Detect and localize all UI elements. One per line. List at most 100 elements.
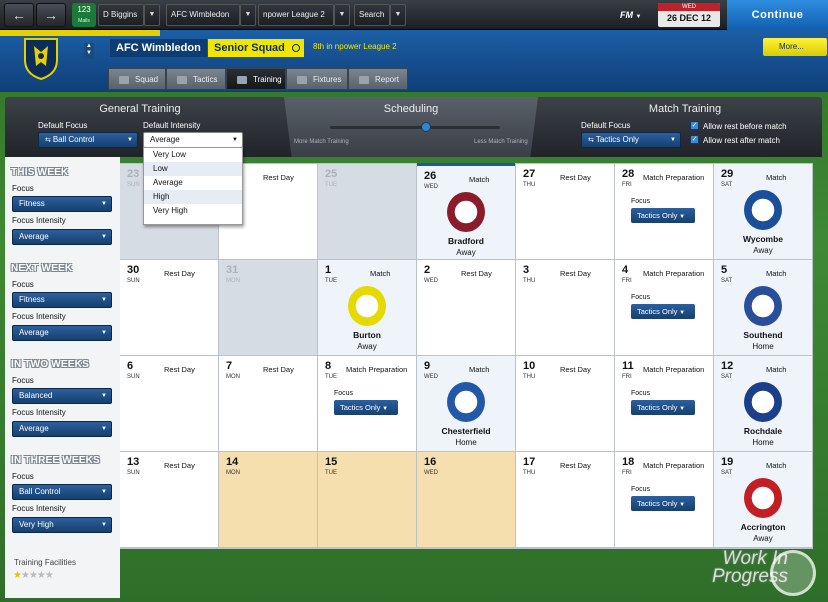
day-cell[interactable]: 18 FRI Match Preparation Focus Tactics Only … — [615, 452, 713, 547]
competition-menu-arrow[interactable]: ▼ — [334, 4, 350, 26]
tab-tactics[interactable]: Tactics — [166, 68, 226, 90]
tab-training-label: Training — [253, 75, 282, 84]
day-cell[interactable]: 17 THU Rest Day — [516, 452, 614, 547]
tab-training[interactable]: Training — [226, 68, 286, 90]
search-menu[interactable]: Search — [354, 4, 390, 26]
match-focus-select[interactable]: Tactics Only ▼ — [631, 208, 695, 223]
match-focus-value: Tactics Only — [637, 211, 678, 220]
tab-fixtures[interactable]: Fixtures — [286, 68, 348, 90]
day-cell[interactable]: 1 TUE Match Burton Away — [318, 260, 416, 355]
default-intensity-label: Default Intensity — [143, 121, 201, 130]
day-of-week: WED — [424, 278, 438, 284]
scheduling-slider-handle[interactable] — [421, 122, 431, 132]
day-cell[interactable]: 9 WED Match Chesterfield Home — [417, 356, 515, 451]
day-cell[interactable]: 30 SUN Rest Day — [120, 260, 218, 355]
rest-after-checkbox[interactable]: ✓ — [690, 135, 699, 144]
week-intensity-select[interactable]: Average ▼ — [12, 325, 112, 341]
fm-menu[interactable]: FM ▼ — [620, 4, 654, 26]
day-cell[interactable]: 11 FRI Match Preparation Focus Tactics Only … — [615, 356, 713, 451]
day-cell[interactable]: 15 TUE — [318, 452, 416, 547]
tab-report[interactable]: Report — [348, 68, 408, 90]
intensity-option[interactable]: Very Low — [144, 148, 242, 162]
week-focus-select[interactable]: Fitness ▼ — [12, 292, 112, 308]
manager-menu-arrow[interactable]: ▼ — [144, 4, 160, 26]
opponent-name[interactable]: Burton — [318, 330, 416, 340]
date-value: 26 DEC 12 — [666, 13, 712, 23]
club-menu-arrow[interactable]: ▼ — [240, 4, 256, 26]
day-cell[interactable]: 12 SAT Match Rochdale Home — [714, 356, 812, 451]
match-focus-select[interactable]: Tactics Only ▼ — [631, 496, 695, 511]
manager-menu[interactable]: D Biggins — [98, 4, 144, 26]
day-cell[interactable]: 2 WED Rest Day — [417, 260, 515, 355]
inbox-button[interactable]: 123 Mails — [72, 3, 96, 27]
day-cell[interactable]: 26 WED Match Bradford Away — [417, 163, 515, 259]
date-display[interactable]: WED 26 DEC 12 — [658, 3, 720, 27]
star-icon: ★ — [36, 570, 46, 581]
squad-options-icon[interactable]: o — [292, 44, 300, 52]
club-menu[interactable]: AFC Wimbledon — [166, 4, 240, 26]
day-cell[interactable]: 27 THU Rest Day — [516, 164, 614, 259]
chevron-down-icon: ▼ — [101, 297, 107, 303]
week-intensity-select[interactable]: Very High ▼ — [12, 517, 112, 533]
week-intensity-select[interactable]: Average ▼ — [12, 229, 112, 245]
venue: Home — [752, 342, 774, 351]
back-button[interactable]: ← — [4, 3, 34, 27]
intensity-option[interactable]: Very High — [144, 204, 242, 218]
day-cell[interactable]: 10 THU Rest Day — [516, 356, 614, 451]
day-cell[interactable]: 14 MON — [219, 452, 317, 547]
opponent-name[interactable]: Chesterfield — [417, 426, 515, 436]
day-number: 18 — [622, 456, 635, 468]
default-focus-select[interactable]: ⇆ Ball Control ▼ — [38, 132, 138, 148]
day-cell[interactable]: 3 THU Rest Day — [516, 260, 614, 355]
default-intensity-select[interactable]: Average ▼ — [143, 132, 243, 148]
tab-squad[interactable]: Squad — [108, 68, 166, 90]
day-cell[interactable]: 25 TUE — [318, 164, 416, 259]
day-cell[interactable]: 31 MON — [219, 260, 317, 355]
day-number: 15 — [325, 456, 338, 468]
intensity-option[interactable]: Low — [144, 162, 242, 176]
day-cell[interactable]: 13 SUN Rest Day — [120, 452, 218, 547]
week-intensity-value: Average — [19, 232, 49, 241]
match-focus-select[interactable]: Tactics Only ▼ — [334, 400, 398, 415]
opponent-name[interactable]: Accrington — [714, 522, 812, 532]
day-cell[interactable]: 4 FRI Match Preparation Focus Tactics Only ▼ — [615, 260, 713, 355]
day-cell[interactable]: 29 SAT Match Wycombe Away — [714, 164, 812, 259]
continue-button[interactable]: Continue — [727, 0, 828, 30]
week-intensity-select[interactable]: Average ▼ — [12, 421, 112, 437]
rest-before-checkbox[interactable]: ✓ — [690, 121, 699, 130]
week-focus-select[interactable]: Fitness ▼ — [12, 196, 112, 212]
squad-selector[interactable]: Senior Squad o — [208, 39, 304, 57]
opponent-name[interactable]: Bradford — [417, 236, 515, 246]
more-button[interactable]: More... — [763, 38, 827, 56]
competition-menu[interactable]: npower League 2 — [258, 4, 334, 26]
forward-button[interactable]: → — [36, 3, 66, 27]
day-cell[interactable]: 6 SUN Rest Day — [120, 356, 218, 451]
chevron-down-icon: ▼ — [670, 137, 676, 143]
match-focus-select[interactable]: Tactics Only ▼ — [631, 304, 695, 319]
day-cell[interactable]: 28 FRI Match Preparation Focus Tactics Only … — [615, 164, 713, 259]
venue: Home — [752, 438, 774, 447]
day-event: Rest Day — [560, 365, 591, 374]
week-focus-select[interactable]: Balanced ▼ — [12, 388, 112, 404]
opponent-name[interactable]: Wycombe — [714, 234, 812, 244]
day-cell[interactable]: 19 SAT Match Accrington Away — [714, 452, 812, 547]
club-switcher[interactable]: ▲ ▼ — [84, 43, 94, 59]
match-default-focus-select[interactable]: ⇆ Tactics Only ▼ — [581, 132, 681, 148]
fm-logo: FM — [620, 10, 633, 20]
week-focus-select[interactable]: Ball Control ▼ — [12, 484, 112, 500]
opponent-name[interactable]: Southend — [714, 330, 812, 340]
star-icon: ★ — [28, 570, 38, 581]
intensity-option[interactable]: Average — [144, 176, 242, 190]
day-cell[interactable]: 7 MON Rest Day — [219, 356, 317, 451]
opponent-name[interactable]: Rochdale — [714, 426, 812, 436]
day-cell[interactable]: 5 SAT Match Southend Home — [714, 260, 812, 355]
day-cell[interactable]: 8 TUE Match Preparation Focus Tactics Only ▼ — [318, 356, 416, 451]
day-cell[interactable]: 16 WED — [417, 452, 515, 547]
match-training-title: Match Training — [648, 103, 722, 115]
match-focus-select[interactable]: Tactics Only ▼ — [631, 400, 695, 415]
match-focus-value: Tactics Only — [637, 307, 678, 316]
day-event: Rest Day — [560, 461, 591, 470]
intensity-option[interactable]: High — [144, 190, 242, 204]
scheduling-slider-track[interactable] — [330, 126, 500, 129]
search-menu-arrow[interactable]: ▼ — [390, 4, 406, 26]
